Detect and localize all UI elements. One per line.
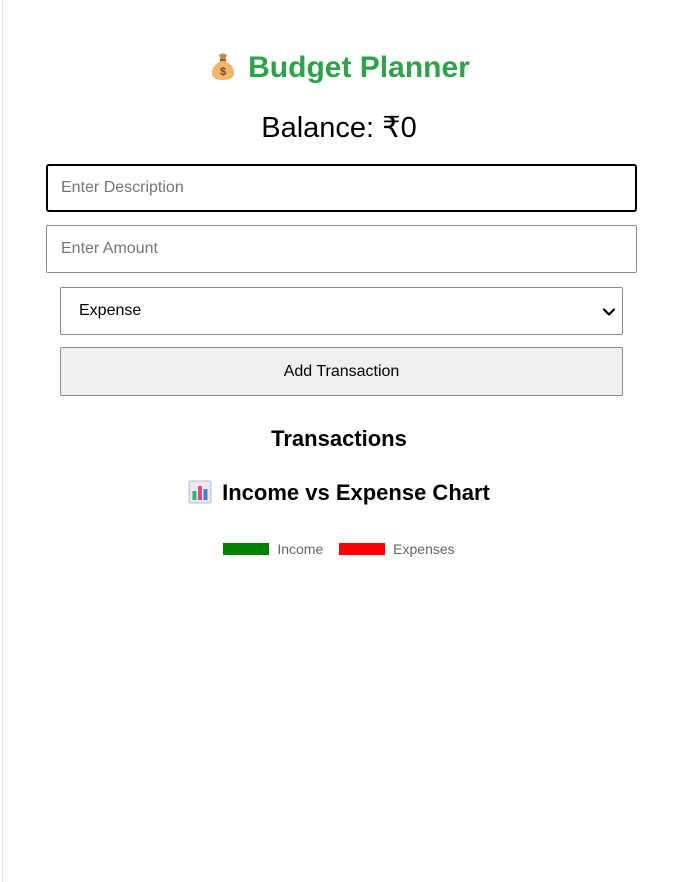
description-input[interactable] — [46, 164, 637, 212]
balance-display: Balance: ₹0 — [261, 112, 417, 144]
add-transaction-button[interactable]: Add Transaction — [60, 347, 623, 396]
legend-item-income[interactable]: Income — [223, 540, 323, 558]
income-expense-chart — [46, 570, 637, 860]
svg-text:$: $ — [220, 66, 226, 78]
money-bag-icon: $ — [212, 53, 235, 80]
legend-label-expenses: Expenses — [393, 541, 455, 557]
amount-input[interactable] — [46, 225, 637, 273]
transaction-type-select[interactable]: Expense — [60, 287, 623, 335]
app-header: $ Budget Planner — [3, 48, 674, 88]
transactions-heading: Transactions — [271, 426, 407, 451]
chart-legend: Income Expenses — [3, 540, 674, 558]
budget-planner-page: $ Budget Planner Balance: ₹0 Expense Add… — [2, 0, 674, 882]
legend-label-income: Income — [277, 541, 324, 557]
legend-swatch-income — [223, 543, 270, 555]
legend-swatch-expenses — [339, 543, 386, 555]
legend-item-expenses[interactable]: Expenses — [339, 540, 455, 558]
selected-type: Expense — [79, 302, 142, 319]
chart-heading: Income vs Expense Chart — [222, 480, 490, 505]
bar-chart-icon — [188, 480, 212, 504]
chart-header: Income vs Expense Chart — [3, 479, 674, 507]
app-title: Budget Planner — [248, 51, 470, 84]
chevron-down-icon — [602, 308, 616, 316]
